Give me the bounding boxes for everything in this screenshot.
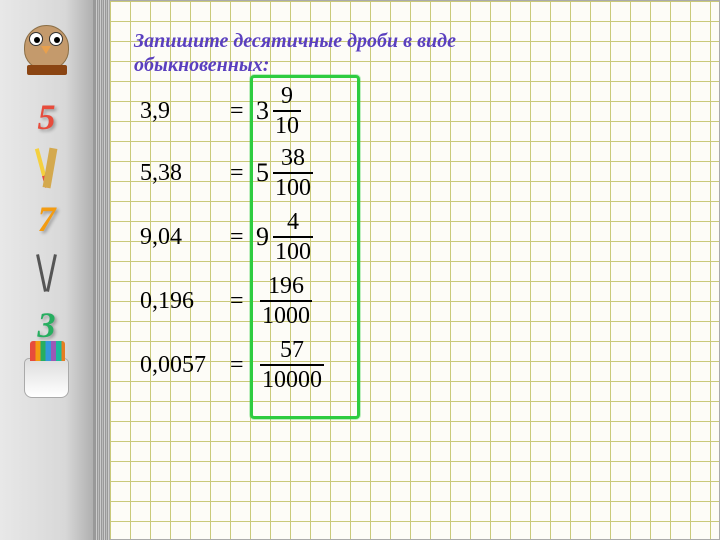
- fraction-bar: [273, 110, 301, 112]
- numerator: 9: [279, 84, 295, 108]
- whole-part: 9: [256, 222, 269, 252]
- fraction-answer: 57 10000: [256, 338, 324, 392]
- problems-list: 3,9 = 3 9 10 5,38 = 5 38 100: [140, 81, 324, 397]
- problem-row: 9,04 = 9 4 100: [140, 205, 324, 269]
- whole-part: 5: [256, 158, 269, 188]
- problem-row: 0,0057 = 57 10000: [140, 333, 324, 397]
- fraction-answer: 196 1000: [256, 274, 312, 328]
- whole-part: 3: [256, 96, 269, 126]
- fraction-answer: 9 4 100: [256, 210, 313, 264]
- problem-row: 0,196 = 196 1000: [140, 269, 324, 333]
- decimal-value: 3,9: [140, 98, 230, 125]
- equals-sign: =: [230, 224, 250, 251]
- numerator: 196: [266, 274, 306, 298]
- equals-sign: =: [230, 98, 250, 125]
- fraction-answer: 3 9 10: [256, 84, 301, 138]
- task-title: Запишите десятичные дроби в виде обыкнов…: [134, 29, 534, 77]
- numerator: 38: [279, 146, 307, 170]
- sidebar: 5 7 3: [0, 0, 95, 540]
- denominator: 100: [273, 240, 313, 264]
- fraction-bar: [260, 300, 312, 302]
- digit-7-icon: 7: [38, 198, 56, 240]
- equals-sign: =: [230, 288, 250, 315]
- compass-icon: [32, 252, 62, 292]
- pencil-cup-icon: [24, 358, 69, 398]
- denominator: 10: [273, 114, 301, 138]
- fraction-answer: 5 38 100: [256, 146, 313, 200]
- title-line-1: Запишите десятичные дроби в виде: [134, 30, 456, 52]
- fraction-bar: [260, 364, 324, 366]
- numerator: 4: [285, 210, 301, 234]
- problem-row: 5,38 = 5 38 100: [140, 141, 324, 205]
- decimal-value: 5,38: [140, 160, 230, 187]
- equals-sign: =: [230, 160, 250, 187]
- spiral-binding: [95, 0, 109, 540]
- denominator: 10000: [260, 368, 324, 392]
- digit-3-icon: 3: [38, 304, 56, 346]
- denominator: 100: [273, 176, 313, 200]
- problem-row: 3,9 = 3 9 10: [140, 81, 324, 141]
- decimal-value: 0,196: [140, 288, 230, 315]
- owl-icon: [17, 20, 77, 75]
- decimal-value: 0,0057: [140, 352, 230, 379]
- numerator: 57: [278, 338, 306, 362]
- digit-5-icon: 5: [38, 96, 56, 138]
- title-line-2: обыкновенных:: [134, 54, 269, 76]
- pencil-ruler-icon: [40, 148, 54, 188]
- fraction-bar: [273, 236, 313, 238]
- decimal-value: 9,04: [140, 224, 230, 251]
- graph-paper: Запишите десятичные дроби в виде обыкнов…: [109, 0, 720, 540]
- denominator: 1000: [260, 304, 312, 328]
- equals-sign: =: [230, 352, 250, 379]
- fraction-bar: [273, 172, 313, 174]
